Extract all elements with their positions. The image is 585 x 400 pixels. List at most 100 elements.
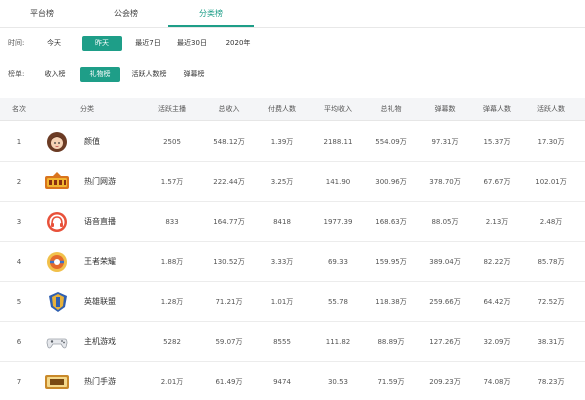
active-anchors-cell: 1.28万 xyxy=(160,298,184,306)
total-income-cell: 59.07万 xyxy=(215,338,243,346)
average-income-cell: 2188.11 xyxy=(323,138,353,146)
active-anchors-cell: 5282 xyxy=(163,338,181,346)
total-income-cell: 61.49万 xyxy=(215,378,243,386)
total-income-cell: 164.77万 xyxy=(213,218,245,226)
active-users-cell: 38.31万 xyxy=(537,338,565,346)
header-paying-users[interactable]: 付费人数 xyxy=(258,98,306,121)
total-gifts-cell: 554.09万 xyxy=(375,138,407,146)
rank-option-active-users[interactable]: 活跃人数榜 xyxy=(124,67,174,82)
table-row[interactable]: 5 英雄联盟 1.28万 71.21万 1.01万 55.78 118.38万 … xyxy=(0,282,585,322)
danmu-count-cell: 378.70万 xyxy=(429,178,461,186)
table-row[interactable]: 1 颜值 2505 548.12万 1.39万 2188.11 554.09万 … xyxy=(0,122,585,162)
paying-users-cell: 8418 xyxy=(273,218,291,226)
paying-users-cell: 3.25万 xyxy=(270,178,294,186)
table-row[interactable]: 3 语音直播 833 164.77万 8418 1977.39 168.63万 … xyxy=(0,202,585,242)
header-total-gifts[interactable]: 总礼物 xyxy=(367,98,415,121)
active-anchors-cell: 1.57万 xyxy=(160,178,184,186)
header-active-anchors[interactable]: 活跃主播 xyxy=(148,98,196,121)
rank-cell: 5 xyxy=(16,298,22,306)
paying-users-cell: 1.39万 xyxy=(270,138,294,146)
total-gifts-cell: 159.95万 xyxy=(375,258,407,266)
rank-cell: 2 xyxy=(16,178,22,186)
time-option-year[interactable]: 2020年 xyxy=(218,36,258,51)
total-income-cell: 548.12万 xyxy=(213,138,245,146)
average-income-cell: 30.53 xyxy=(327,378,349,386)
paying-users-cell: 9474 xyxy=(273,378,291,386)
tab-category[interactable]: 分类榜 xyxy=(168,0,254,27)
header-total-income[interactable]: 总收入 xyxy=(205,98,253,121)
average-income-cell: 55.78 xyxy=(327,298,349,306)
danmu-users-cell: 2.13万 xyxy=(485,218,509,226)
tab-guild[interactable]: 公会榜 xyxy=(84,0,168,27)
active-users-cell: 78.23万 xyxy=(537,378,565,386)
danmu-count-cell: 209.23万 xyxy=(429,378,461,386)
lol-shield-icon xyxy=(47,291,69,313)
table-row[interactable]: 6 主机游戏 5282 59.07万 8555 111.82 88.89万 12… xyxy=(0,322,585,362)
time-filter-row: 时间: 今天 昨天 最近7日 最近30日 2020年 xyxy=(0,33,585,53)
average-income-cell: 111.82 xyxy=(325,338,351,346)
table-row[interactable]: 4 王者荣耀 1.88万 130.52万 3.33万 69.33 159.95万… xyxy=(0,242,585,282)
total-income-cell: 71.21万 xyxy=(215,298,243,306)
tab-platform[interactable]: 平台榜 xyxy=(0,0,84,27)
time-option-yesterday[interactable]: 昨天 xyxy=(82,36,122,51)
active-anchors-cell: 2505 xyxy=(163,138,181,146)
time-option-last-7-days[interactable]: 最近7日 xyxy=(128,36,168,51)
tablet-icon xyxy=(44,371,70,393)
total-gifts-cell: 168.63万 xyxy=(375,218,407,226)
total-income-cell: 222.44万 xyxy=(213,178,245,186)
time-option-today[interactable]: 今天 xyxy=(38,36,70,51)
total-gifts-cell: 118.38万 xyxy=(375,298,407,306)
table-header: 名次 分类 活跃主播 总收入 付费人数 平均收入 总礼物 弹幕数 弹幕人数 活跃… xyxy=(0,98,585,121)
kings-glory-icon xyxy=(46,251,68,273)
total-gifts-cell: 300.96万 xyxy=(375,178,407,186)
rank-filter-row: 榜单: 收入榜 礼物榜 活跃人数榜 弹幕榜 xyxy=(0,64,585,84)
danmu-users-cell: 32.09万 xyxy=(483,338,511,346)
header-danmu-count[interactable]: 弹幕数 xyxy=(421,98,469,121)
active-users-cell: 102.01万 xyxy=(535,178,567,186)
danmu-users-cell: 74.08万 xyxy=(483,378,511,386)
active-users-cell: 17.30万 xyxy=(537,138,565,146)
active-users-cell: 72.52万 xyxy=(537,298,565,306)
average-income-cell: 141.90 xyxy=(325,178,351,186)
table-row[interactable]: 7 热门手游 2.01万 61.49万 9474 30.53 71.59万 20… xyxy=(0,362,585,400)
rank-option-gifts[interactable]: 礼物榜 xyxy=(80,67,120,82)
header-average-income[interactable]: 平均收入 xyxy=(314,98,362,121)
danmu-users-cell: 82.22万 xyxy=(483,258,511,266)
active-anchors-cell: 2.01万 xyxy=(160,378,184,386)
danmu-count-cell: 389.04万 xyxy=(429,258,461,266)
danmu-users-cell: 67.67万 xyxy=(483,178,511,186)
table-row[interactable]: 2 热门网游 1.57万 222.44万 3.25万 141.90 300.96… xyxy=(0,162,585,202)
header-danmu-users[interactable]: 弹幕人数 xyxy=(473,98,521,121)
danmu-count-cell: 88.05万 xyxy=(431,218,459,226)
active-users-cell: 85.78万 xyxy=(537,258,565,266)
paying-users-cell: 3.33万 xyxy=(270,258,294,266)
danmu-count-cell: 127.26万 xyxy=(429,338,461,346)
danmu-count-cell: 259.66万 xyxy=(429,298,461,306)
paying-users-cell: 8555 xyxy=(273,338,291,346)
rank-option-income[interactable]: 收入榜 xyxy=(36,67,74,82)
active-anchors-cell: 833 xyxy=(165,218,179,226)
header-rank: 名次 xyxy=(12,105,26,113)
danmu-users-cell: 64.42万 xyxy=(483,298,511,306)
headphones-icon xyxy=(46,211,68,233)
paying-users-cell: 1.01万 xyxy=(270,298,294,306)
average-income-cell: 1977.39 xyxy=(323,218,353,226)
total-income-cell: 130.52万 xyxy=(213,258,245,266)
danmu-users-cell: 15.37万 xyxy=(483,138,511,146)
gamepad-icon xyxy=(45,331,69,353)
active-users-cell: 2.48万 xyxy=(539,218,563,226)
rank-cell: 4 xyxy=(16,258,22,266)
rank-cell: 6 xyxy=(16,338,22,346)
time-option-last-30-days[interactable]: 最近30日 xyxy=(172,36,212,51)
rank-option-danmu[interactable]: 弹幕榜 xyxy=(176,67,212,82)
total-gifts-cell: 88.89万 xyxy=(377,338,405,346)
rank-cell: 1 xyxy=(16,138,22,146)
avatar-girl-icon xyxy=(46,131,68,153)
time-filter-label: 时间: xyxy=(8,39,25,47)
average-income-cell: 69.33 xyxy=(327,258,349,266)
rank-cell: 7 xyxy=(16,378,22,386)
header-active-users[interactable]: 活跃人数 xyxy=(525,98,577,121)
active-anchors-cell: 1.88万 xyxy=(160,258,184,266)
rank-cell: 3 xyxy=(16,218,22,226)
game-logo-icon xyxy=(44,171,70,193)
